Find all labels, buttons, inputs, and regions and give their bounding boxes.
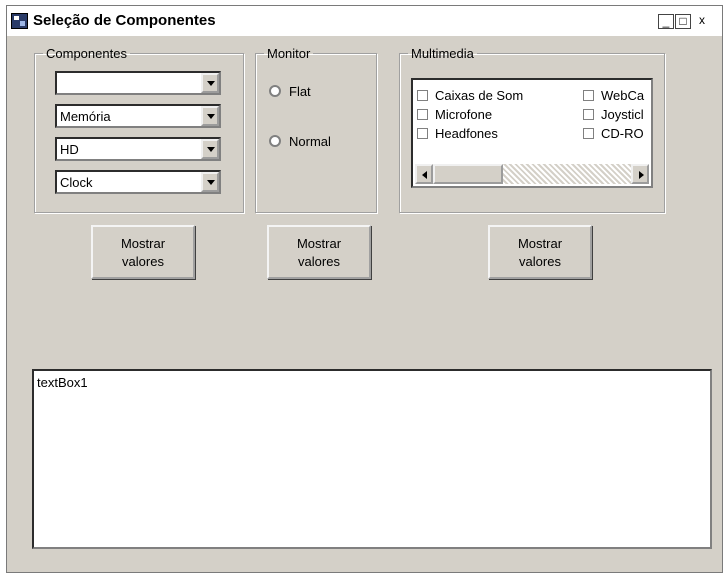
combo-clock[interactable]: Clock <box>55 170 221 194</box>
radio-flat[interactable]: Flat <box>269 84 349 100</box>
checkbox-icon[interactable] <box>417 109 428 120</box>
checkbox-label: Microfone <box>435 107 493 122</box>
checkbox-label: Headfones <box>435 126 498 141</box>
window-title: Seleção de Componentes <box>33 12 216 29</box>
combo-value: Memória <box>60 109 111 124</box>
radio-label: Flat <box>289 84 311 99</box>
checkbox-icon[interactable] <box>417 90 428 101</box>
componentes-legend: Componentes <box>46 46 127 61</box>
checkbox-label: Joysticl <box>601 107 644 122</box>
radio-normal[interactable]: Normal <box>269 134 359 150</box>
output-textbox[interactable]: textBox1 <box>32 369 712 549</box>
maximize-button[interactable]: □ <box>675 14 691 29</box>
checkbox-label: WebCa <box>601 88 645 103</box>
chevron-down-icon[interactable] <box>201 73 219 93</box>
chevron-down-icon[interactable] <box>201 139 219 159</box>
multimedia-checkedlistbox[interactable]: Caixas de Som Microfone Headfones WebCa … <box>411 78 653 188</box>
scrollbar-thumb[interactable] <box>433 164 503 184</box>
chevron-down-icon[interactable] <box>201 106 219 126</box>
scroll-left-icon[interactable] <box>415 164 433 184</box>
radio-circle-icon[interactable] <box>269 135 281 147</box>
combo-hd[interactable]: HD <box>55 137 221 161</box>
combo-componente-1[interactable] <box>55 71 221 95</box>
horizontal-scrollbar[interactable] <box>415 164 649 184</box>
main-window: Seleção de Componentes _ □ x Componentes… <box>6 5 723 573</box>
mostrar-valores-multimedia-button[interactable]: Mostrar valores <box>488 225 592 279</box>
app-icon <box>11 13 28 29</box>
monitor-group: Monitor <box>255 46 377 213</box>
checkbox-label: CD-RO <box>601 126 644 141</box>
combo-memoria[interactable]: Memória <box>55 104 221 128</box>
checkbox-icon[interactable] <box>583 109 594 120</box>
multimedia-legend: Multimedia <box>411 46 474 61</box>
radio-circle-icon[interactable] <box>269 85 281 97</box>
checkbox-icon[interactable] <box>583 90 594 101</box>
radio-label: Normal <box>289 134 331 149</box>
checkbox-label: Caixas de Som <box>435 88 524 103</box>
mostrar-valores-componentes-button[interactable]: Mostrar valores <box>91 225 195 279</box>
monitor-legend: Monitor <box>267 46 311 61</box>
minimize-button[interactable]: _ <box>658 14 674 29</box>
scrollbar-track[interactable] <box>503 164 631 184</box>
combo-value: HD <box>60 142 79 157</box>
close-button[interactable]: x <box>694 14 710 29</box>
mostrar-valores-monitor-button[interactable]: Mostrar valores <box>267 225 371 279</box>
chevron-down-icon[interactable] <box>201 172 219 192</box>
checkbox-icon[interactable] <box>417 128 428 139</box>
textbox-value: textBox1 <box>37 375 88 390</box>
title-bar[interactable]: Seleção de Componentes _ □ x <box>7 6 722 36</box>
checkbox-icon[interactable] <box>583 128 594 139</box>
combo-value: Clock <box>60 175 93 190</box>
scroll-right-icon[interactable] <box>631 164 649 184</box>
